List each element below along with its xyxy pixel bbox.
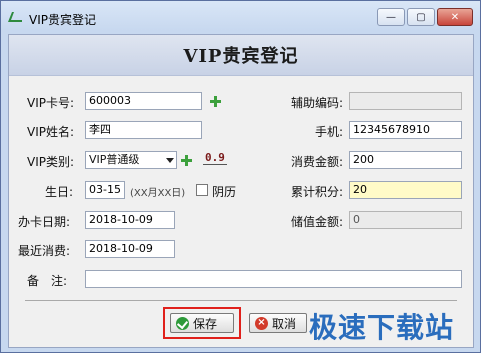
form-panel: VIP贵宾登记 VIP卡号: 600003 VIP姓名: 李四 VIP类别: V… xyxy=(8,34,474,348)
spend-amount-label: 消费金额: xyxy=(290,155,343,169)
minimize-icon: — xyxy=(386,11,396,23)
aux-code-label: 辅助编码: xyxy=(290,96,343,110)
watermark: 极速下载站 xyxy=(309,311,455,344)
note-input[interactable] xyxy=(85,270,462,288)
form-title: VIP贵宾登记 xyxy=(183,46,299,67)
name-label: VIP姓名: xyxy=(27,125,75,139)
close-icon: ✕ xyxy=(450,11,460,23)
maximize-icon: ▢ xyxy=(416,11,426,23)
card-date-input[interactable]: 2018-10-09 xyxy=(85,211,175,229)
discount-value: 0.9 xyxy=(203,151,227,165)
phone-input[interactable]: 12345678910 xyxy=(349,121,462,139)
phone-label: 手机: xyxy=(314,125,343,139)
stored-value-input[interactable]: 0 xyxy=(349,211,462,229)
note-label: 备 注: xyxy=(27,274,68,288)
points-label: 累计积分: xyxy=(290,185,343,199)
last-spend-input[interactable]: 2018-10-09 xyxy=(85,240,175,258)
add-type-icon[interactable] xyxy=(180,154,193,167)
highlight-box xyxy=(163,307,241,339)
type-select-value: VIP普通级 xyxy=(89,153,140,166)
cancel-button-label: 取消 xyxy=(272,316,297,331)
stored-value-label: 储值金额: xyxy=(290,215,343,229)
divider xyxy=(25,300,457,301)
cancel-icon: × xyxy=(255,316,268,330)
vip-register-window: VIP贵宾登记 — ▢ ✕ VIP贵宾登记 VIP卡号: 600003 VIP姓… xyxy=(0,0,481,353)
aux-code-input[interactable] xyxy=(349,92,462,110)
birthday-input[interactable]: 03-15 xyxy=(85,181,125,199)
birthday-hint: (XX月XX日) xyxy=(130,188,186,199)
type-select[interactable]: VIP普通级 xyxy=(85,151,177,169)
add-card-no-icon[interactable] xyxy=(209,95,222,108)
cancel-button[interactable]: × 取消 xyxy=(249,313,307,333)
minimize-button[interactable]: — xyxy=(377,8,405,26)
lunar-checkbox[interactable] xyxy=(196,184,208,196)
lunar-label: 阴历 xyxy=(212,185,237,199)
last-spend-label: 最近消费: xyxy=(18,244,71,258)
card-no-input[interactable]: 600003 xyxy=(85,92,202,110)
close-button[interactable]: ✕ xyxy=(437,8,473,26)
birthday-label: 生日: xyxy=(45,185,74,199)
name-input[interactable]: 李四 xyxy=(85,121,202,139)
card-no-label: VIP卡号: xyxy=(27,96,75,110)
app-icon xyxy=(8,12,22,22)
title-bar: VIP贵宾登记 — ▢ ✕ xyxy=(1,1,480,34)
points-input[interactable]: 20 xyxy=(349,181,462,199)
spend-amount-input[interactable]: 200 xyxy=(349,151,462,169)
form-header: VIP贵宾登记 xyxy=(9,35,473,76)
maximize-button[interactable]: ▢ xyxy=(407,8,435,26)
type-label: VIP类别: xyxy=(27,155,75,169)
card-date-label: 办卡日期: xyxy=(18,215,71,229)
window-title: VIP贵宾登记 xyxy=(29,13,96,27)
chevron-down-icon xyxy=(166,158,174,163)
